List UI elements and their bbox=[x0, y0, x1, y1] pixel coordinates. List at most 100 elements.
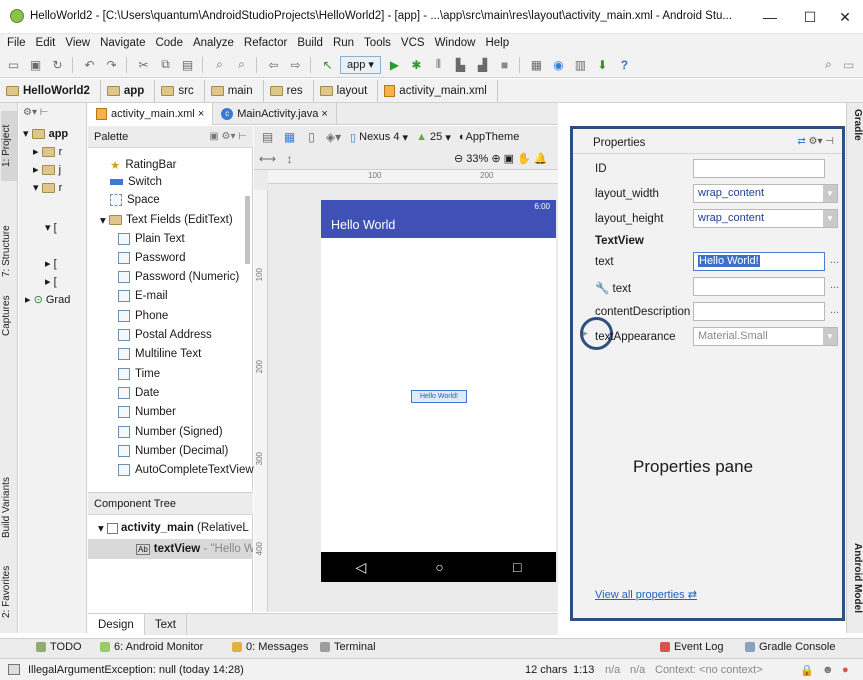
recents-nav-icon[interactable]: □ bbox=[513, 559, 521, 575]
tab-main-activity[interactable]: c MainActivity.java × bbox=[213, 102, 337, 125]
close-tab-icon[interactable]: × bbox=[198, 108, 204, 120]
breadcrumb-layout[interactable]: layout bbox=[314, 79, 379, 102]
project-item[interactable]: ▸ r bbox=[33, 145, 62, 159]
project-gradle[interactable]: ▸ ⊙ Grad bbox=[25, 293, 70, 307]
copy-icon[interactable]: ⧉ bbox=[157, 56, 174, 73]
attach-icon[interactable]: ▙ bbox=[452, 56, 469, 73]
status-context[interactable]: Context: <no context> bbox=[655, 664, 763, 676]
back-nav-icon[interactable]: ◁ bbox=[356, 559, 367, 576]
menu-window[interactable]: Window bbox=[435, 37, 476, 49]
palette-item[interactable]: Password (Numeric) bbox=[118, 271, 239, 283]
palette-item[interactable]: Switch bbox=[110, 176, 162, 188]
fit-width-icon[interactable]: ⟷ bbox=[259, 150, 276, 167]
sync-icon[interactable]: ↻ bbox=[49, 56, 66, 73]
tool-event-log[interactable]: Event Log bbox=[660, 641, 724, 653]
layout-width-select[interactable]: wrap_content ▼ bbox=[693, 184, 838, 203]
tree-child[interactable]: Ab textView - "Hello W bbox=[88, 539, 253, 559]
undo-icon[interactable]: ↶ bbox=[81, 56, 98, 73]
minimize-button[interactable]: — bbox=[750, 6, 790, 28]
close-button[interactable]: ✕ bbox=[825, 6, 863, 28]
menu-file[interactable]: File bbox=[7, 37, 26, 49]
zoom-fit-icon[interactable]: ▣ bbox=[504, 152, 514, 165]
home-nav-icon[interactable]: ○ bbox=[435, 559, 443, 575]
forward-icon[interactable]: ⇨ bbox=[287, 56, 304, 73]
tab-activity-main[interactable]: activity_main.xml × bbox=[88, 102, 214, 125]
menu-run[interactable]: Run bbox=[333, 37, 354, 49]
palette-item[interactable]: Number (Decimal) bbox=[118, 445, 228, 457]
tool-messages[interactable]: 0: Messages bbox=[232, 641, 308, 653]
breadcrumb-src[interactable]: src bbox=[155, 79, 205, 102]
tools-text-field[interactable] bbox=[693, 277, 825, 296]
palette-item[interactable]: Date bbox=[118, 387, 159, 399]
back-icon[interactable]: ⇦ bbox=[265, 56, 282, 73]
save-icon[interactable]: ▣ bbox=[27, 56, 44, 73]
hello-textview[interactable]: Hello World! bbox=[411, 390, 467, 403]
palette-item[interactable]: ★ RatingBar bbox=[110, 158, 176, 172]
open-folder-icon[interactable]: ▭ bbox=[5, 56, 22, 73]
tab-favorites[interactable]: 2: Favorites bbox=[1, 561, 17, 623]
menu-build[interactable]: Build bbox=[297, 37, 323, 49]
breadcrumb-file[interactable]: activity_main.xml bbox=[378, 79, 498, 102]
redo-icon[interactable]: ↷ bbox=[103, 56, 120, 73]
menu-code[interactable]: Code bbox=[155, 37, 183, 49]
sync-gradle-icon[interactable]: ⬇ bbox=[594, 56, 611, 73]
content-description-ellipsis-button[interactable]: ... bbox=[830, 304, 839, 316]
palette-item[interactable]: Multiline Text bbox=[118, 348, 201, 360]
blueprint-icon[interactable]: ▦ bbox=[281, 129, 298, 146]
design-mode-icon[interactable]: ▤ bbox=[259, 129, 276, 146]
palette-item[interactable]: Time bbox=[118, 368, 160, 380]
tab-build-variants[interactable]: Build Variants bbox=[1, 463, 17, 553]
search-everywhere-icon[interactable]: ⌕ bbox=[820, 56, 837, 73]
properties-toolbar[interactable]: ⇄ ⚙▾ ⊣ bbox=[797, 136, 834, 147]
tab-android-model[interactable]: Android Model bbox=[848, 543, 863, 628]
tab-structure[interactable]: 7: Structure bbox=[1, 215, 17, 287]
tab-gradle[interactable]: Gradle bbox=[848, 109, 863, 159]
toggle-tool-windows-icon[interactable] bbox=[8, 664, 20, 675]
breadcrumb-main[interactable]: main bbox=[205, 79, 264, 102]
palette-item[interactable]: Postal Address bbox=[118, 329, 212, 341]
project-item[interactable]: ▸ [ bbox=[45, 257, 57, 271]
notifications-icon[interactable]: 🔔 bbox=[534, 152, 548, 165]
run-icon[interactable]: ▶ bbox=[386, 56, 403, 73]
menu-edit[interactable]: Edit bbox=[36, 37, 56, 49]
api-select[interactable]: ▲ 25 ▾ bbox=[416, 131, 451, 144]
tab-project[interactable]: 1: Project bbox=[1, 111, 17, 181]
layout-icon[interactable]: ▭ bbox=[840, 56, 857, 73]
project-structure-icon[interactable]: ▥ bbox=[572, 56, 589, 73]
sdk-manager-icon[interactable]: ▦ bbox=[528, 56, 545, 73]
view-all-properties-link[interactable]: View all properties ⇄ bbox=[595, 588, 697, 601]
close-tab-icon[interactable]: × bbox=[321, 108, 327, 120]
zoom-out-icon[interactable]: ⊖ bbox=[454, 152, 463, 165]
fit-height-icon[interactable]: ↕ bbox=[281, 150, 298, 167]
tool-gradle-console[interactable]: Gradle Console bbox=[745, 641, 835, 653]
paste-icon[interactable]: ▤ bbox=[179, 56, 196, 73]
id-field[interactable] bbox=[693, 159, 825, 178]
help-icon[interactable]: ? bbox=[616, 56, 633, 73]
text-appearance-select[interactable]: Material.Small ▼ bbox=[693, 327, 838, 346]
menu-navigate[interactable]: Navigate bbox=[100, 37, 145, 49]
palette-item[interactable]: Plain Text bbox=[118, 233, 185, 245]
app-bar[interactable]: Hello World bbox=[321, 200, 556, 238]
tree-root[interactable]: ▾ activity_main (RelativeL bbox=[98, 521, 249, 535]
palette-category[interactable]: ▾ Text Fields (EditText) bbox=[100, 213, 233, 227]
breadcrumb-res[interactable]: res bbox=[264, 79, 314, 102]
palette-settings-icon[interactable]: ▣ ⚙▾ ⊢ bbox=[209, 131, 247, 142]
stop-icon[interactable]: ■ bbox=[496, 56, 513, 73]
pan-icon[interactable]: ✋ bbox=[517, 152, 531, 165]
project-panel-toolbar[interactable]: ⚙▾ ⊢ bbox=[23, 107, 48, 118]
error-icon[interactable]: ● bbox=[842, 664, 849, 676]
project-root[interactable]: ▾ app bbox=[23, 127, 68, 141]
tab-text[interactable]: Text bbox=[145, 614, 187, 635]
text-field[interactable]: Hello World! bbox=[693, 252, 825, 271]
layout-height-select[interactable]: wrap_content ▼ bbox=[693, 209, 838, 228]
avd-manager-icon[interactable]: ◉ bbox=[550, 56, 567, 73]
tools-text-ellipsis-button[interactable]: ... bbox=[830, 279, 839, 291]
tab-captures[interactable]: Captures bbox=[1, 291, 17, 341]
debug-icon[interactable]: ✱ bbox=[408, 56, 425, 73]
breadcrumb-app[interactable]: app bbox=[101, 79, 156, 102]
project-item[interactable]: ▾ [ bbox=[45, 221, 57, 235]
menu-vcs[interactable]: VCS bbox=[401, 37, 425, 49]
status-encoding[interactable]: n/a bbox=[630, 664, 645, 676]
cut-icon[interactable]: ✂ bbox=[135, 56, 152, 73]
status-position[interactable]: 1:13 bbox=[573, 664, 594, 676]
